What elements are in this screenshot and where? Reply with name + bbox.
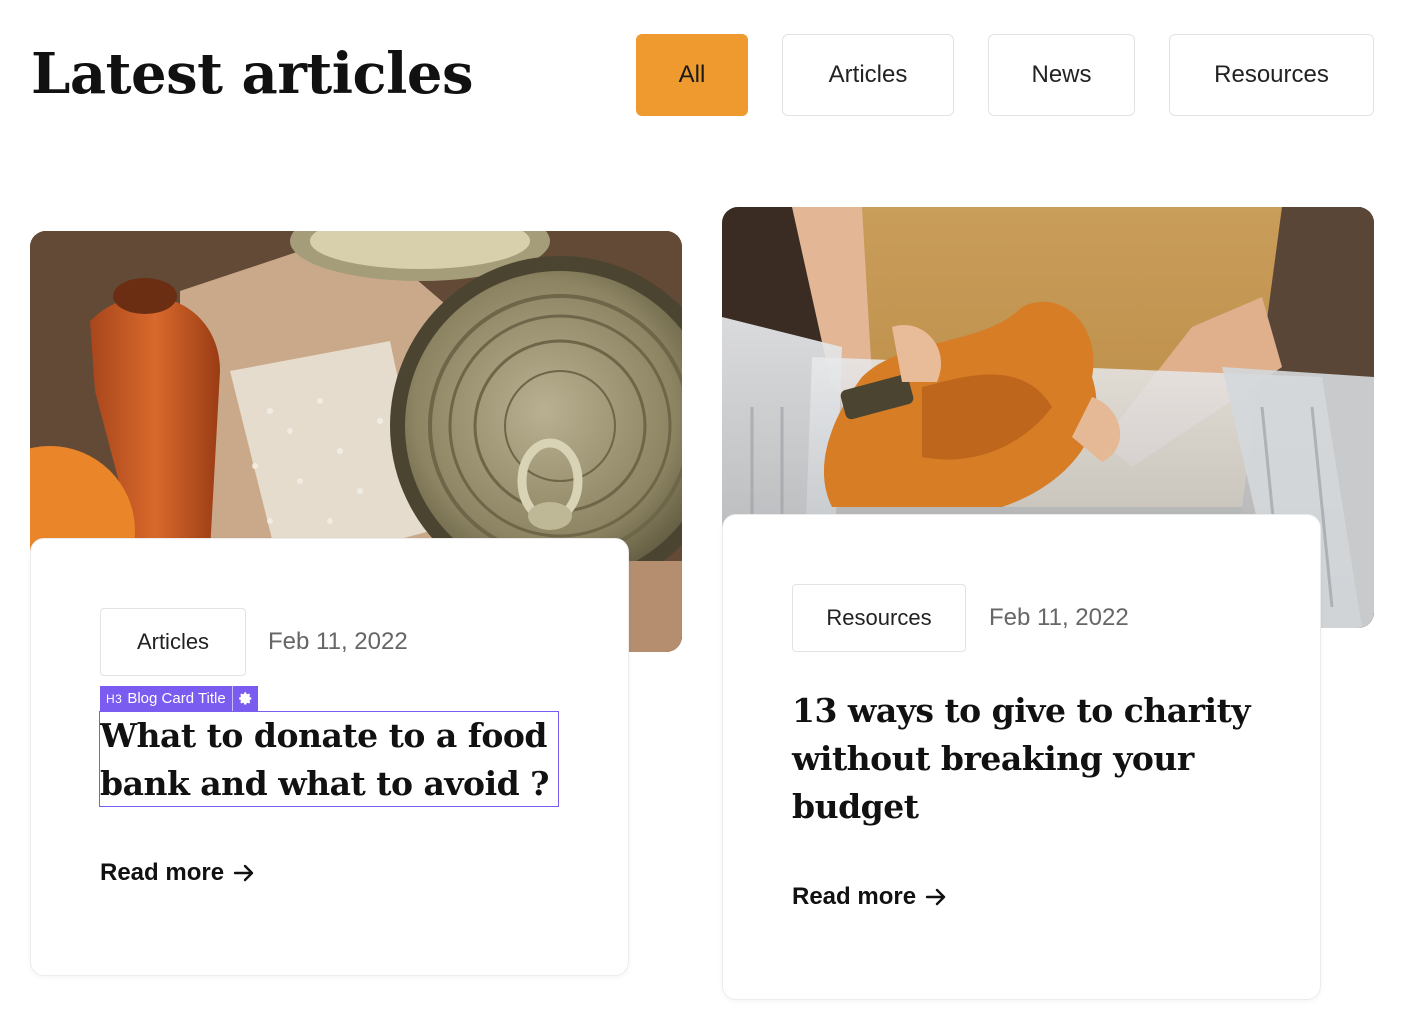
blog-card-title[interactable]: What to donate to a food bank and what t… <box>99 711 559 807</box>
post-date: Feb 11, 2022 <box>989 604 1129 631</box>
blog-card: Articles Feb 11, 2022 H3 Blog Card Title… <box>30 538 629 976</box>
read-more-label: Read more <box>792 883 917 910</box>
filter-button-all[interactable]: All <box>636 34 748 116</box>
heading-level-badge: H3 <box>106 691 123 706</box>
blog-card-title[interactable]: 13 ways to give to charity without break… <box>792 687 1262 831</box>
page-title: Latest articles <box>31 41 474 107</box>
selection-label-text: Blog Card Title <box>127 690 226 707</box>
filter-button-articles[interactable]: Articles <box>782 34 954 116</box>
filter-button-resources[interactable]: Resources <box>1169 34 1374 116</box>
read-more-link[interactable]: Read more <box>100 859 256 887</box>
post-date: Feb 11, 2022 <box>268 628 408 655</box>
category-tag[interactable]: Articles <box>100 608 246 676</box>
read-more-label: Read more <box>100 859 225 886</box>
filter-button-news[interactable]: News <box>988 34 1135 116</box>
arrow-right-icon <box>925 888 946 906</box>
editor-selection-label[interactable]: H3 Blog Card Title <box>100 686 258 711</box>
gear-icon[interactable] <box>231 686 258 711</box>
read-more-link[interactable]: Read more <box>792 883 948 911</box>
arrow-right-icon <box>233 864 254 882</box>
category-tag[interactable]: Resources <box>792 584 966 652</box>
blog-card: Resources Feb 11, 2022 13 ways to give t… <box>722 514 1321 1000</box>
